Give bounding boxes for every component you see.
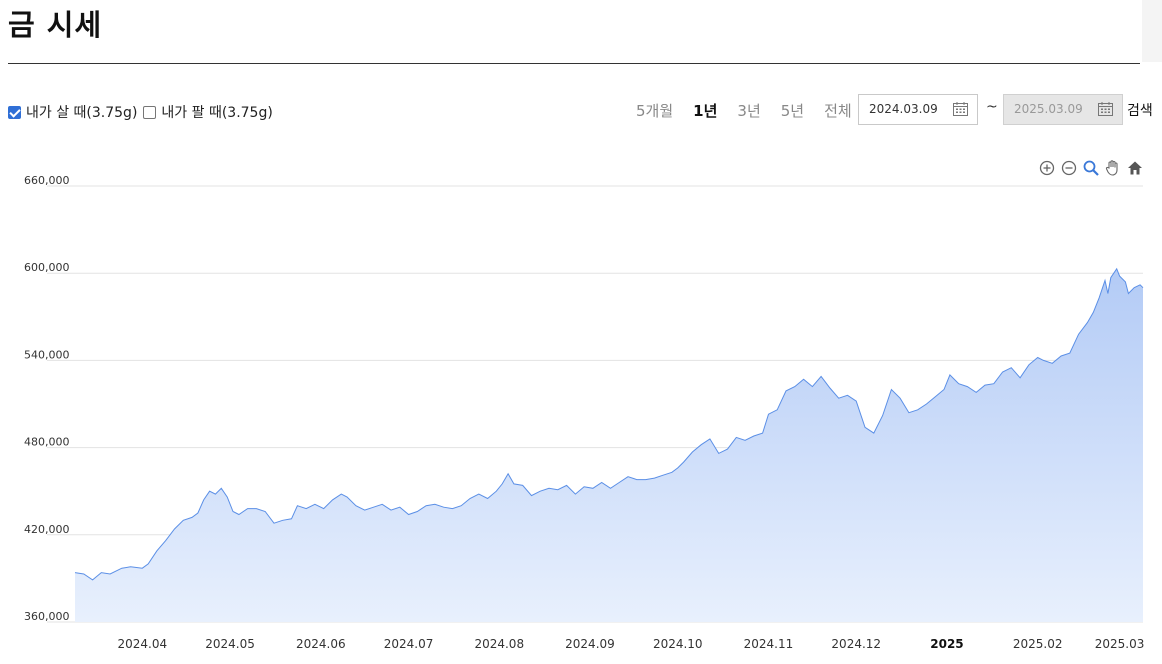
x-axis: 2024.04 2024.05 2024.06 2024.07 2024.08 2024.… <box>117 637 1144 651</box>
y-tick-label: 480,000 <box>24 436 70 449</box>
x-tick-label: 2024.08 <box>474 637 524 651</box>
y-tick-label: 420,000 <box>24 523 70 536</box>
calendar-icon[interactable] <box>1098 102 1113 116</box>
end-date-value: 2025.03.09 <box>1014 102 1083 116</box>
tab-1-year[interactable]: 1년 <box>693 100 717 122</box>
x-tick-label: 2024.11 <box>744 637 794 651</box>
chart-canvas: 360,000 420,000 480,000 540,000 600,000 660,0… <box>24 174 1144 651</box>
tab-5-years[interactable]: 5년 <box>781 100 804 122</box>
page-title: 금 시세 <box>8 8 103 42</box>
tab-all[interactable]: 전체 <box>824 100 852 122</box>
price-area <box>75 268 1143 622</box>
scrollbar-track[interactable] <box>1142 0 1162 62</box>
x-tick-label: 2025.03 <box>1095 637 1145 651</box>
end-date-input[interactable]: 2025.03.09 <box>1003 94 1123 125</box>
y-tick-label: 660,000 <box>24 174 70 187</box>
x-tick-label: 2024.06 <box>296 637 346 651</box>
x-tick-label: 2024.09 <box>565 637 615 651</box>
buy-price-checkbox[interactable]: 내가 살 때(3.75g) <box>8 102 137 122</box>
period-tabs: 5개월 1년 3년 5년 전체 <box>636 100 872 122</box>
y-tick-label: 600,000 <box>24 261 70 274</box>
x-tick-label: 2024.05 <box>205 637 255 651</box>
date-separator: ~ <box>986 99 998 115</box>
x-tick-label: 2025.02 <box>1013 637 1063 651</box>
x-tick-label: 2024.07 <box>384 637 434 651</box>
x-tick-label: 2024.10 <box>653 637 703 651</box>
buy-checkbox-box[interactable] <box>8 105 21 119</box>
sell-price-checkbox[interactable]: 내가 팔 때(3.75g) <box>143 102 273 122</box>
x-tick-label: 2024.04 <box>117 637 167 651</box>
sell-checkbox-box[interactable] <box>143 105 157 119</box>
start-date-value: 2024.03.09 <box>869 102 938 116</box>
start-date-input[interactable]: 2024.03.09 <box>858 94 978 125</box>
y-axis: 360,000 420,000 480,000 540,000 600,000 660,0… <box>24 174 70 623</box>
title-divider <box>8 63 1140 64</box>
buy-price-label: 내가 살 때(3.75g) <box>26 105 138 121</box>
price-type-filters: 내가 살 때(3.75g) 내가 팔 때(3.75g) <box>8 102 279 122</box>
calendar-icon[interactable] <box>953 102 968 116</box>
gold-price-chart[interactable]: 360,000 420,000 480,000 540,000 600,000 660,0… <box>0 140 1162 664</box>
chart-controls: 내가 살 때(3.75g) 내가 팔 때(3.75g) 5개월 1년 3년 5년… <box>8 94 1154 125</box>
tab-5-months[interactable]: 5개월 <box>636 100 673 122</box>
x-tick-label: 2024.12 <box>831 637 881 651</box>
x-tick-label: 2025 <box>930 637 963 651</box>
sell-price-label: 내가 팔 때(3.75g) <box>161 105 273 121</box>
search-button[interactable]: 검색 <box>1127 100 1153 120</box>
y-tick-label: 540,000 <box>24 348 70 361</box>
y-tick-label: 360,000 <box>24 610 70 623</box>
tab-3-years[interactable]: 3년 <box>737 100 760 122</box>
